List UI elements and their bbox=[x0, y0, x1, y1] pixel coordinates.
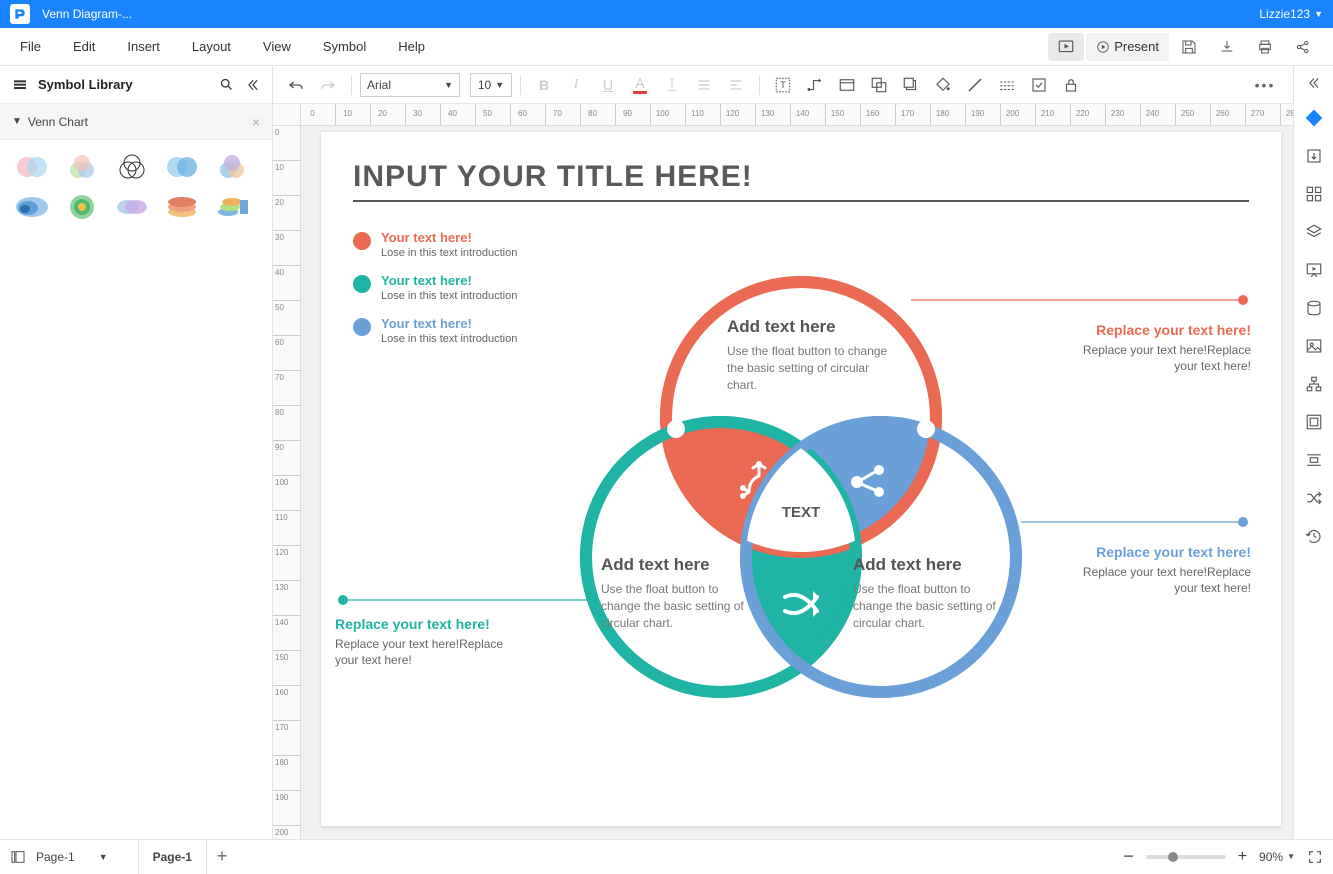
connector-button[interactable] bbox=[800, 70, 830, 100]
shapes-grid bbox=[0, 140, 272, 234]
page[interactable]: INPUT YOUR TITLE HERE! Your text here!Lo… bbox=[321, 132, 1281, 826]
lock-button[interactable] bbox=[1056, 70, 1086, 100]
menu-symbol[interactable]: Symbol bbox=[307, 39, 382, 54]
canvas[interactable]: INPUT YOUR TITLE HERE! Your text here!Lo… bbox=[301, 126, 1293, 839]
titlebar: Venn Diagram-... Lizzie123 ▼ bbox=[0, 0, 1333, 28]
ruler-corner bbox=[273, 104, 301, 126]
save-icon[interactable] bbox=[1171, 33, 1207, 61]
chevron-down-icon: ▼ bbox=[12, 116, 22, 127]
more-button[interactable]: ••• bbox=[1255, 70, 1285, 100]
venn-shape-concentric-green[interactable] bbox=[62, 192, 102, 222]
share-icon[interactable] bbox=[1285, 33, 1321, 61]
venn-shape-stacked-discs[interactable] bbox=[162, 192, 202, 222]
container-button[interactable] bbox=[832, 70, 862, 100]
font-color-button[interactable]: A bbox=[625, 70, 655, 100]
close-category-icon[interactable]: × bbox=[252, 114, 260, 130]
search-icon[interactable] bbox=[219, 77, 234, 92]
redo-button[interactable] bbox=[313, 70, 343, 100]
layers-icon[interactable] bbox=[1296, 214, 1332, 250]
fill-color-button[interactable] bbox=[928, 70, 958, 100]
svg-text:T: T bbox=[780, 80, 786, 90]
print-icon[interactable] bbox=[1247, 33, 1283, 61]
shuffle-icon[interactable] bbox=[1296, 480, 1332, 516]
align-vertical-button[interactable] bbox=[721, 70, 751, 100]
presentation-icon[interactable] bbox=[1296, 252, 1332, 288]
menu-insert[interactable]: Insert bbox=[111, 39, 176, 54]
menu-layout[interactable]: Layout bbox=[176, 39, 247, 54]
underline-button[interactable]: U bbox=[593, 70, 623, 100]
venn-shape-ellipse-overlap[interactable] bbox=[112, 192, 152, 222]
symbol-library-panel: Symbol Library ▼ Venn Chart × bbox=[0, 66, 273, 839]
menu-file[interactable]: File bbox=[4, 39, 57, 54]
venn-shape-2circles-pastel[interactable] bbox=[12, 152, 52, 182]
horizontal-ruler: /*ticks drawn via inline spans below*/ 0… bbox=[301, 104, 1293, 126]
text-vertical-button[interactable] bbox=[657, 70, 687, 100]
formatting-toolbar: Arial▼ 10▼ B I U A T ••• bbox=[273, 66, 1293, 104]
venn-chart-category[interactable]: ▼ Venn Chart × bbox=[0, 104, 272, 140]
statusbar: Page-1▼ Page-1 + − + 90%▼ bbox=[0, 839, 1333, 873]
slideshow-icon[interactable] bbox=[1048, 33, 1084, 61]
line-color-button[interactable] bbox=[960, 70, 990, 100]
venn-shape-3circles-flat[interactable] bbox=[212, 152, 252, 182]
chevron-down-icon: ▼ bbox=[1314, 9, 1323, 19]
grid-icon[interactable] bbox=[1296, 176, 1332, 212]
zoom-in-button[interactable]: + bbox=[1238, 848, 1247, 866]
library-title: Symbol Library bbox=[38, 77, 133, 92]
frames-icon[interactable] bbox=[1296, 404, 1332, 440]
document-title: Venn Diagram-... bbox=[42, 7, 132, 21]
edit-button[interactable] bbox=[1024, 70, 1054, 100]
menu-view[interactable]: View bbox=[247, 39, 307, 54]
right-tools-panel bbox=[1293, 66, 1333, 839]
menu-help[interactable]: Help bbox=[382, 39, 441, 54]
callout-left[interactable]: Replace your text here! Replace your tex… bbox=[335, 616, 505, 668]
arrange-button[interactable] bbox=[896, 70, 926, 100]
image-icon[interactable] bbox=[1296, 328, 1332, 364]
callout-top-right[interactable]: Replace your text here! Replace your tex… bbox=[1081, 322, 1251, 374]
user-menu[interactable]: Lizzie123 ▼ bbox=[1259, 7, 1323, 21]
align-icon[interactable] bbox=[1296, 442, 1332, 478]
app-logo bbox=[10, 4, 30, 24]
fullscreen-icon[interactable] bbox=[1307, 849, 1323, 865]
font-selector[interactable]: Arial▼ bbox=[360, 73, 460, 97]
library-icon bbox=[12, 77, 28, 93]
zoom-out-button[interactable]: − bbox=[1123, 846, 1134, 867]
undo-button[interactable] bbox=[281, 70, 311, 100]
venn-shape-3circles-outline[interactable] bbox=[112, 152, 152, 182]
page-tab[interactable]: Page-1 bbox=[138, 840, 207, 874]
venn-shape-3circles-pastel[interactable] bbox=[62, 152, 102, 182]
export-panel-icon[interactable] bbox=[1296, 138, 1332, 174]
vertical-ruler: 0102030405060708090100110120130140150160… bbox=[273, 126, 301, 839]
text-box-button[interactable]: T bbox=[768, 70, 798, 100]
callout-right[interactable]: Replace your text here! Replace your tex… bbox=[1081, 544, 1251, 596]
group-button[interactable] bbox=[864, 70, 894, 100]
zoom-slider[interactable] bbox=[1146, 855, 1226, 859]
present-button[interactable]: Present bbox=[1086, 33, 1169, 61]
zoom-value[interactable]: 90%▼ bbox=[1259, 850, 1295, 864]
history-icon[interactable] bbox=[1296, 518, 1332, 554]
orgchart-icon[interactable] bbox=[1296, 366, 1332, 402]
venn-shape-2circles-blue[interactable] bbox=[162, 152, 202, 182]
data-icon[interactable] bbox=[1296, 290, 1332, 326]
shape-properties-icon[interactable] bbox=[1296, 100, 1332, 136]
page-dropdown[interactable]: Page-1▼ bbox=[36, 850, 108, 864]
font-size-selector[interactable]: 10▼ bbox=[470, 73, 512, 97]
menubar: File Edit Insert Layout View Symbol Help… bbox=[0, 28, 1333, 66]
venn-shape-stacked-colorful[interactable] bbox=[212, 192, 252, 222]
outline-icon[interactable] bbox=[10, 849, 26, 865]
align-horizontal-button[interactable] bbox=[689, 70, 719, 100]
download-icon[interactable] bbox=[1209, 33, 1245, 61]
add-page-button[interactable]: + bbox=[207, 846, 237, 867]
venn-shape-concentric-blue[interactable] bbox=[12, 192, 52, 222]
line-style-button[interactable] bbox=[992, 70, 1022, 100]
menu-edit[interactable]: Edit bbox=[57, 39, 111, 54]
italic-button[interactable]: I bbox=[561, 70, 591, 100]
collapse-left-icon[interactable] bbox=[246, 78, 260, 92]
bold-button[interactable]: B bbox=[529, 70, 559, 100]
collapse-right-icon[interactable] bbox=[1302, 72, 1326, 94]
